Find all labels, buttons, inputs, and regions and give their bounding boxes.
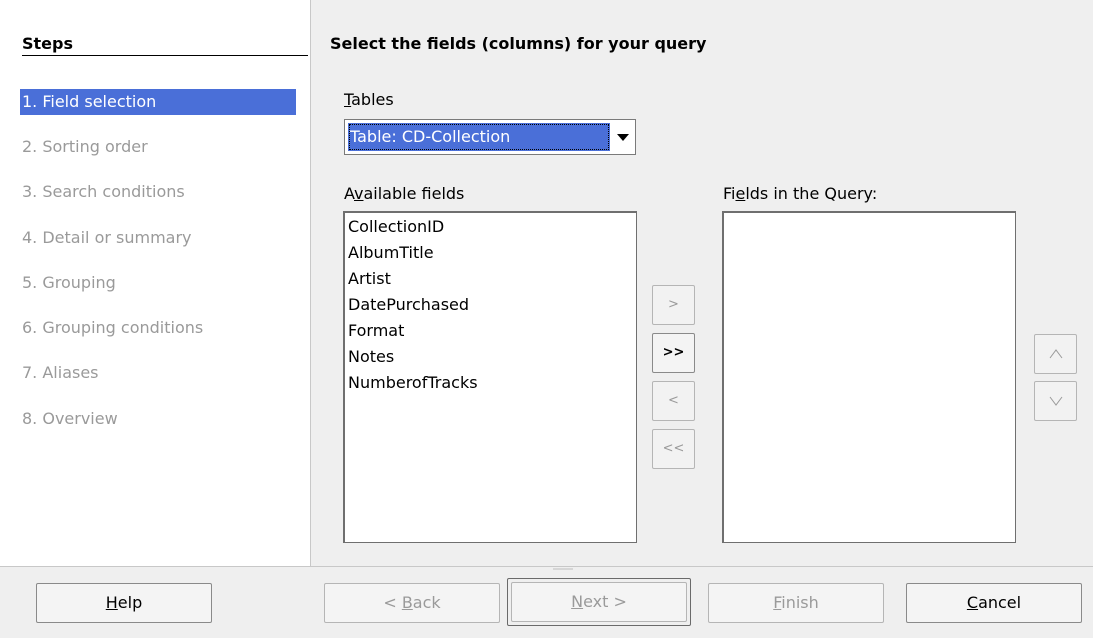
finish-button[interactable]: Finish [708, 583, 884, 623]
tables-label-text: ables [351, 90, 394, 109]
move-up-button[interactable] [1034, 334, 1077, 374]
step-field-selection[interactable]: 1. Field selection [20, 89, 296, 115]
step-overview[interactable]: 8. Overview [20, 406, 296, 432]
remove-all-fields-button[interactable]: << [652, 429, 695, 469]
available-fields-label: Available fields [344, 184, 464, 203]
step-grouping[interactable]: 5. Grouping [20, 270, 296, 296]
tables-dropdown-value: Table: CD-Collection [348, 123, 610, 151]
list-item[interactable]: Format [345, 318, 636, 344]
list-item[interactable]: Artist [345, 266, 636, 292]
cancel-button-mnemonic: C [966, 593, 979, 612]
steps-pane: Steps 1. Field selection 2. Sorting orde… [0, 0, 311, 566]
add-field-button[interactable]: > [652, 285, 695, 325]
next-button[interactable]: Next > [511, 582, 687, 622]
steps-title: Steps [22, 34, 73, 53]
next-button-mnemonic: N [571, 592, 584, 611]
list-item[interactable]: Notes [345, 344, 636, 370]
back-button-prefix: < [383, 593, 402, 612]
query-fields-label-pre: Fi [723, 184, 736, 203]
move-down-button[interactable] [1034, 381, 1077, 421]
help-button-mnemonic: H [105, 593, 118, 612]
list-item[interactable]: NumberofTracks [345, 370, 636, 396]
list-item[interactable]: AlbumTitle [345, 240, 636, 266]
help-button[interactable]: Help [36, 583, 212, 623]
back-button-label: ack [412, 593, 441, 612]
query-fields-list[interactable] [722, 211, 1016, 543]
next-button-label: ext > [583, 592, 627, 611]
chevron-down-icon[interactable] [617, 134, 629, 141]
chevron-up-icon [1049, 348, 1062, 358]
step-aliases[interactable]: 7. Aliases [20, 360, 296, 386]
steps-divider [22, 55, 308, 56]
available-fields-label-text: ailable fields [363, 184, 465, 203]
remove-field-button[interactable]: < [652, 381, 695, 421]
page-title: Select the fields (columns) for your que… [330, 34, 707, 53]
tables-dropdown[interactable]: Table: CD-Collection [344, 119, 636, 155]
back-button[interactable]: < Back [324, 583, 500, 623]
step-sorting-order[interactable]: 2. Sorting order [20, 134, 296, 160]
step-detail-or-summary[interactable]: 4. Detail or summary [20, 225, 296, 251]
query-fields-label: Fields in the Query: [723, 184, 877, 203]
add-all-fields-button[interactable]: >> [652, 333, 695, 373]
tables-label: Tables [344, 90, 394, 109]
cancel-button-label: ancel [978, 593, 1022, 612]
step-search-conditions[interactable]: 3. Search conditions [20, 179, 296, 205]
step-grouping-conditions[interactable]: 6. Grouping conditions [20, 315, 296, 341]
query-fields-label-mnemonic: e [735, 184, 746, 203]
back-button-mnemonic: B [401, 593, 413, 612]
resize-handle[interactable] [553, 568, 573, 570]
help-button-label: elp [117, 593, 143, 612]
query-fields-label-text: lds in the Query: [745, 184, 878, 203]
list-item[interactable]: CollectionID [345, 214, 636, 240]
finish-button-label: inish [781, 593, 819, 612]
available-fields-list[interactable]: CollectionID AlbumTitle Artist DatePurch… [343, 211, 637, 543]
footer-divider [0, 566, 1093, 567]
available-fields-label-pre: A [344, 184, 355, 203]
cancel-button[interactable]: Cancel [906, 583, 1082, 623]
list-item[interactable]: DatePurchased [345, 292, 636, 318]
chevron-down-icon [1049, 396, 1062, 406]
